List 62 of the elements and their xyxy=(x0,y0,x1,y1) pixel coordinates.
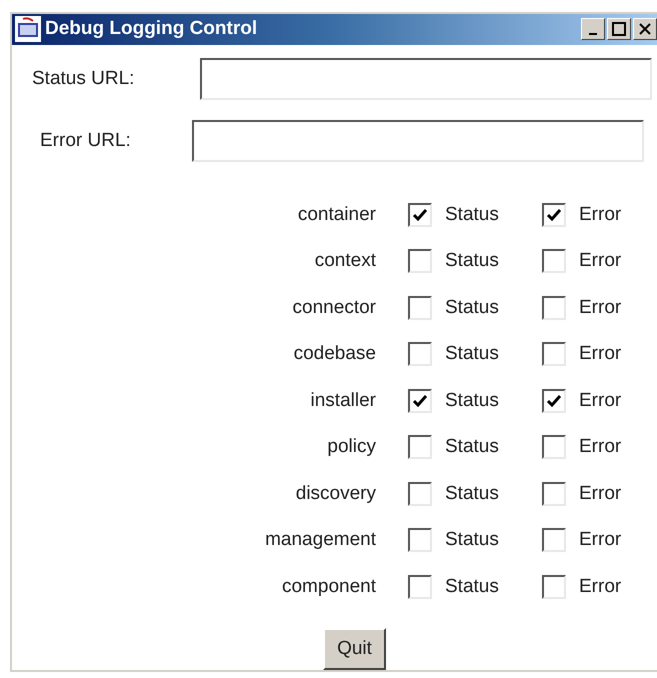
field-label: Status URL: xyxy=(32,68,136,90)
checkbox-label: Error xyxy=(579,250,622,272)
close-icon xyxy=(638,22,652,36)
checkbox[interactable] xyxy=(408,435,432,460)
category-label: discovery xyxy=(294,482,376,505)
checkbox-label: Error xyxy=(579,296,622,319)
checkbox-label: Status xyxy=(445,250,499,272)
minimize-icon xyxy=(589,33,597,36)
quit-button[interactable]: Quit xyxy=(323,628,386,670)
checkbox-label: Status xyxy=(445,204,499,226)
checkbox-label: Error xyxy=(579,576,622,598)
category-label: connector xyxy=(292,296,376,319)
field-label: Error URL: xyxy=(40,130,132,152)
checkbox[interactable] xyxy=(542,528,566,552)
checkbox-label: Status xyxy=(445,482,499,505)
category-label: component xyxy=(280,576,376,598)
category-label: installer xyxy=(310,390,376,412)
maximize-button[interactable] xyxy=(607,18,631,40)
checkbox[interactable] xyxy=(408,249,432,274)
checkbox-label: Error xyxy=(579,204,622,226)
url-field[interactable] xyxy=(200,58,652,100)
close-button[interactable] xyxy=(633,18,657,40)
checkbox-label: Status xyxy=(445,436,499,458)
category-label: policy xyxy=(326,436,376,458)
category-label: codebase xyxy=(292,343,376,366)
checkbox-label: Status xyxy=(445,390,499,412)
checkbox-label: Error xyxy=(579,482,622,505)
check-icon xyxy=(413,394,427,407)
url-field[interactable] xyxy=(192,120,644,162)
checkbox[interactable] xyxy=(408,296,432,320)
checkbox-label: Status xyxy=(445,343,499,366)
minimize-button[interactable] xyxy=(581,18,605,40)
checkbox-label: Status xyxy=(445,529,499,552)
checkbox[interactable] xyxy=(542,435,566,460)
checkbox[interactable] xyxy=(542,482,566,506)
checkbox[interactable] xyxy=(542,202,566,227)
checkbox[interactable] xyxy=(408,528,432,552)
checkbox[interactable] xyxy=(408,574,432,599)
checkbox-label: Status xyxy=(445,576,499,598)
checkbox[interactable] xyxy=(408,342,432,366)
check-icon xyxy=(547,208,561,221)
checkbox[interactable] xyxy=(542,388,566,413)
checkbox[interactable] xyxy=(542,574,566,599)
checkbox[interactable] xyxy=(542,249,566,274)
checkbox-label: Error xyxy=(579,390,622,412)
checkbox-label: Error xyxy=(579,343,622,366)
checkbox[interactable] xyxy=(542,296,566,320)
category-label: management xyxy=(264,529,376,552)
category-label: context xyxy=(314,250,376,272)
check-icon xyxy=(413,208,427,221)
checkbox[interactable] xyxy=(408,482,432,506)
checkbox[interactable] xyxy=(408,202,432,227)
checkbox[interactable] xyxy=(542,342,566,366)
checkbox-label: Status xyxy=(445,296,499,319)
checkbox[interactable] xyxy=(408,388,432,413)
checkbox-label: Error xyxy=(579,436,622,458)
app-icon xyxy=(15,16,41,42)
check-icon xyxy=(547,394,561,407)
window-title: Debug Logging Control xyxy=(45,18,258,40)
maximize-icon xyxy=(612,22,626,36)
checkbox-label: Error xyxy=(579,529,622,552)
category-label: container xyxy=(296,204,376,226)
